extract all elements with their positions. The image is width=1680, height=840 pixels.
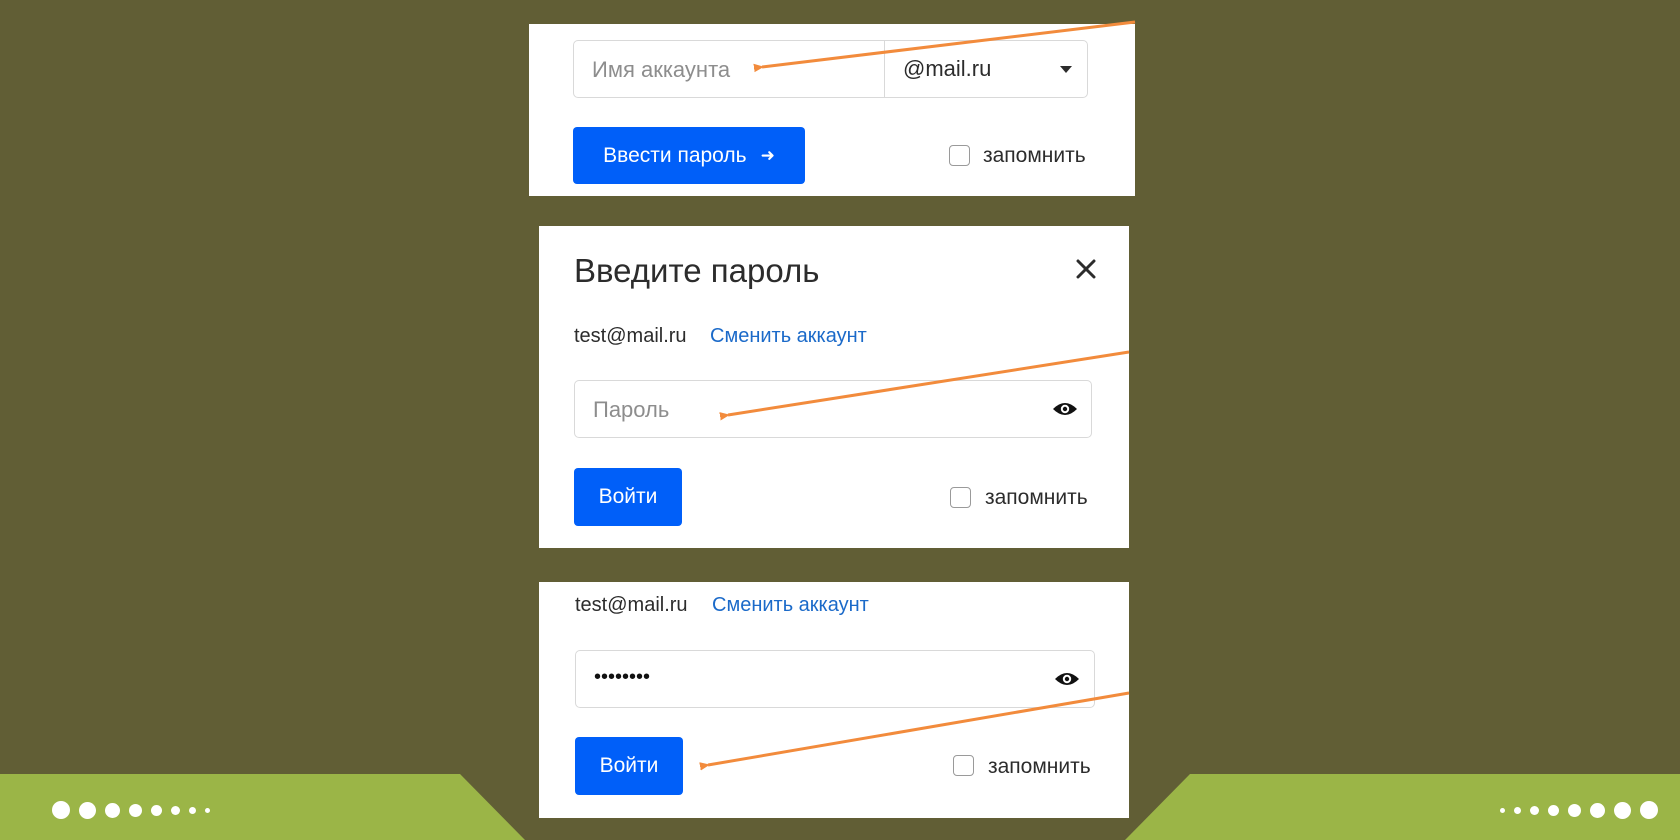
annotation-arrows: [0, 20, 1136, 840]
annotation-arrow-password: [728, 350, 1130, 415]
annotation-arrow-login: [708, 691, 1130, 765]
annotation-arrow-account: [762, 20, 1136, 67]
